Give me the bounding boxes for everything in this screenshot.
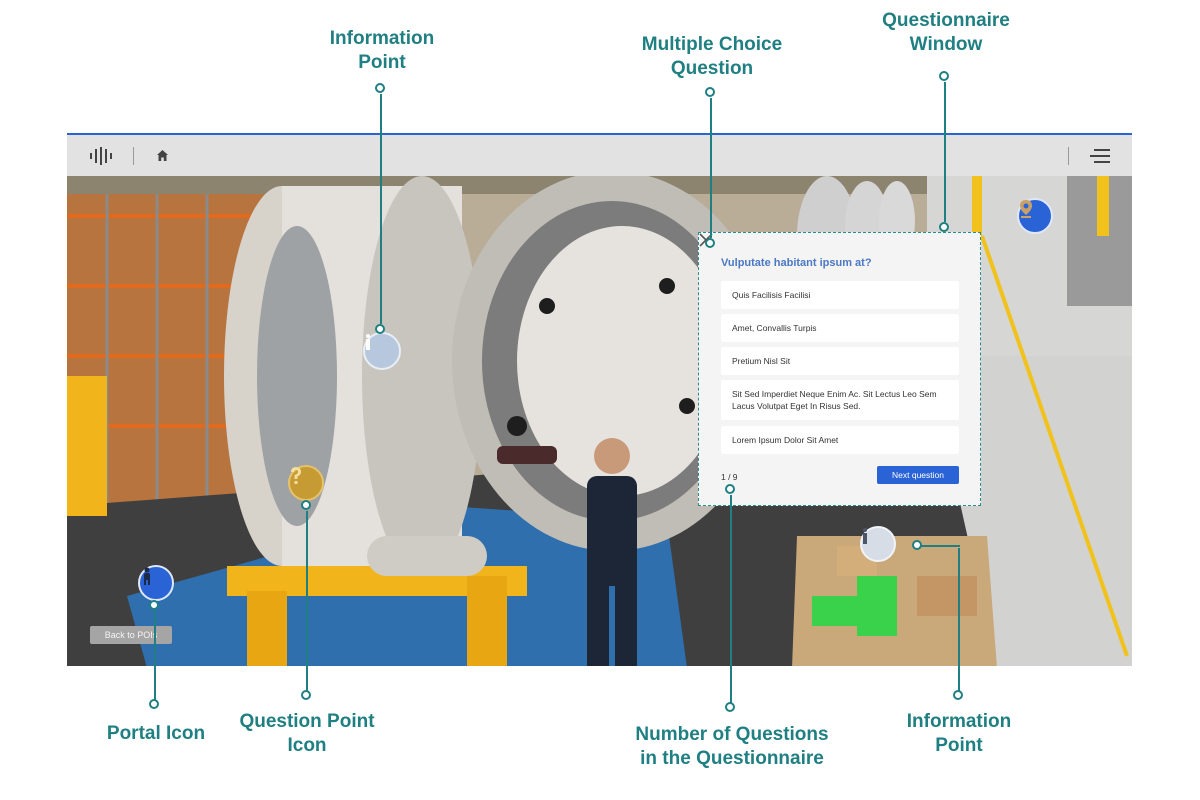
leader-dot: [149, 600, 159, 610]
answer-option[interactable]: Sit Sed Imperdiet Neque Enim Ac. Sit Lec…: [721, 380, 959, 420]
panorama-scene[interactable]: Back to POIs Vulputate habitant ipsum at…: [67, 176, 1132, 666]
callout-question-point: Question Point Icon: [222, 710, 392, 758]
next-question-button[interactable]: Next question: [877, 466, 959, 484]
question-counter: 1 / 9: [721, 472, 738, 482]
leader-line: [944, 82, 946, 222]
callout-portal-icon: Portal Icon: [86, 722, 226, 746]
leader-dot: [301, 690, 311, 700]
callout-line-2: in the Questionnaire: [640, 748, 824, 769]
callout-line-1: Questionnaire: [882, 10, 1010, 31]
leader-dot: [705, 87, 715, 97]
question-point-icon[interactable]: [288, 465, 324, 501]
portal-icon[interactable]: [138, 565, 174, 601]
callout-line-2: Window: [909, 34, 983, 55]
callout-line-1: Information: [906, 711, 1012, 732]
leader-line: [730, 495, 732, 705]
leader-line: [306, 511, 308, 691]
leader-dot: [375, 83, 385, 93]
callout-line-1: Multiple Choice: [641, 34, 783, 55]
pin-icon: [1020, 200, 1032, 218]
callout-multiple-choice: Multiple Choice Question: [627, 33, 797, 81]
leader-line: [380, 94, 382, 324]
leader-dot: [939, 222, 949, 232]
app-window: Back to POIs Vulputate habitant ipsum at…: [67, 133, 1132, 666]
leader-dot: [939, 71, 949, 81]
leader-dot: [953, 690, 963, 700]
back-to-pois-button[interactable]: Back to POIs: [90, 626, 172, 644]
leader-dot: [375, 324, 385, 334]
answer-option[interactable]: Pretium Nisl Sit: [721, 347, 959, 375]
map-pin-portal-icon[interactable]: [1017, 198, 1053, 234]
answer-option[interactable]: Amet, Convallis Turpis: [721, 314, 959, 342]
callout-number-of-questions: Number of Questions in the Questionnaire: [617, 723, 847, 771]
leader-line: [710, 98, 712, 238]
callout-line-2: Point: [935, 735, 983, 756]
callout-questionnaire-window: Questionnaire Window: [866, 9, 1026, 57]
leader-dot: [705, 238, 715, 248]
callout-line-1: Number of Questions: [635, 724, 829, 745]
top-bar: [67, 135, 1132, 176]
hamburger-menu-icon[interactable]: [1090, 148, 1110, 164]
info-glyph-icon: [863, 528, 867, 544]
logo-icon[interactable]: [89, 147, 113, 165]
info-glyph-icon: [366, 334, 370, 350]
information-point-icon[interactable]: [860, 526, 896, 562]
callout-line-1: Information: [329, 28, 435, 49]
walking-person-icon: [144, 567, 150, 585]
divider: [1068, 147, 1069, 165]
callout-information-point-top: Information Point: [312, 27, 452, 75]
callout-line-1: Question Point: [239, 711, 375, 732]
leader-dot: [301, 500, 311, 510]
divider: [133, 147, 134, 165]
leader-line: [958, 548, 960, 691]
callout-line-2: Question: [670, 58, 754, 79]
question-title: Vulputate habitant ipsum at?: [721, 257, 872, 269]
leader-line: [920, 545, 960, 547]
answer-option[interactable]: Lorem Ipsum Dolor Sit Amet: [721, 426, 959, 454]
callout-line-1: Portal Icon: [106, 723, 206, 744]
answer-option[interactable]: Quis Facilisis Facilisi: [721, 281, 959, 309]
leader-dot: [149, 699, 159, 709]
callout-line-2: Icon: [287, 735, 327, 756]
questionnaire-window: Vulputate habitant ipsum at? Quis Facili…: [698, 232, 981, 506]
callout-line-2: Point: [358, 52, 406, 73]
question-mark-icon: [291, 467, 301, 484]
leader-dot: [725, 484, 735, 494]
home-icon[interactable]: [156, 149, 169, 162]
information-point-icon[interactable]: [363, 332, 401, 370]
callout-information-point-bottom: Information Point: [889, 710, 1029, 758]
leader-dot: [725, 702, 735, 712]
leader-line: [154, 610, 156, 702]
